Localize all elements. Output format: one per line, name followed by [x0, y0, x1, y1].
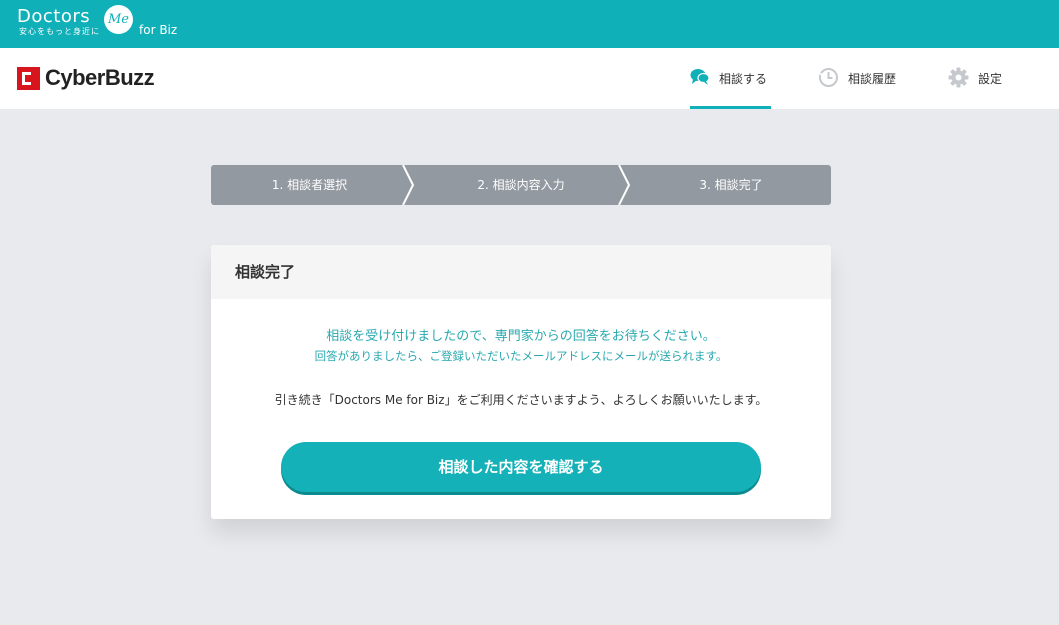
nav-label: 設定 [978, 72, 1003, 86]
thank-you-message: 引き続き「Doctors Me for Biz」をご利用くださいますよう、よろし… [274, 393, 768, 407]
nav-item-settings[interactable]: 設定 [948, 48, 1006, 109]
logo-text: CyberBuzz [45, 65, 155, 90]
nav-label: 相談履歴 [848, 72, 897, 86]
brand-me-badge: Me [104, 5, 133, 34]
progress-steps: 1. 相談者選択 2. 相談内容入力 3. 相談完了 [211, 165, 831, 205]
step-input-content: 2. 相談内容入力 [477, 178, 565, 192]
main-header: CyberBuzz 相談する 相談履歴 設定 [0, 48, 1059, 109]
step-separator [402, 165, 415, 205]
doctors-me-logo[interactable]: Doctors 安心をもっと身近に Me for Biz [17, 5, 177, 37]
chat-bubbles-icon [690, 68, 710, 89]
brand-suffix: for Biz [139, 23, 178, 37]
cyberbuzz-mark-icon [17, 66, 40, 90]
view-consultation-button[interactable]: 相談した内容を確認する [281, 442, 761, 492]
gear-icon [948, 67, 969, 91]
completion-card: 相談完了 相談を受け付けましたので、専門家からの回答をお待ちください。 回答があ… [211, 245, 831, 519]
cyberbuzz-logo[interactable]: CyberBuzz [17, 65, 155, 90]
completion-message: 相談を受け付けましたので、専門家からの回答をお待ちください。 [326, 329, 716, 344]
step-complete: 3. 相談完了 [699, 178, 763, 192]
nav-label: 相談する [719, 72, 768, 86]
brand-name: Doctors [17, 6, 91, 27]
history-clock-icon [818, 67, 839, 91]
nav-item-history[interactable]: 相談履歴 [818, 48, 902, 109]
top-brand-bar: Doctors 安心をもっと身近に Me for Biz [0, 0, 1059, 48]
email-notice-message: 回答がありましたら、ご登録いただいたメールアドレスにメールが送られます。 [314, 349, 728, 363]
step-select-person: 1. 相談者選択 [271, 178, 348, 192]
nav-item-consult[interactable]: 相談する [690, 48, 771, 109]
card-title: 相談完了 [211, 245, 831, 299]
brand-tagline: 安心をもっと身近に [19, 27, 100, 36]
